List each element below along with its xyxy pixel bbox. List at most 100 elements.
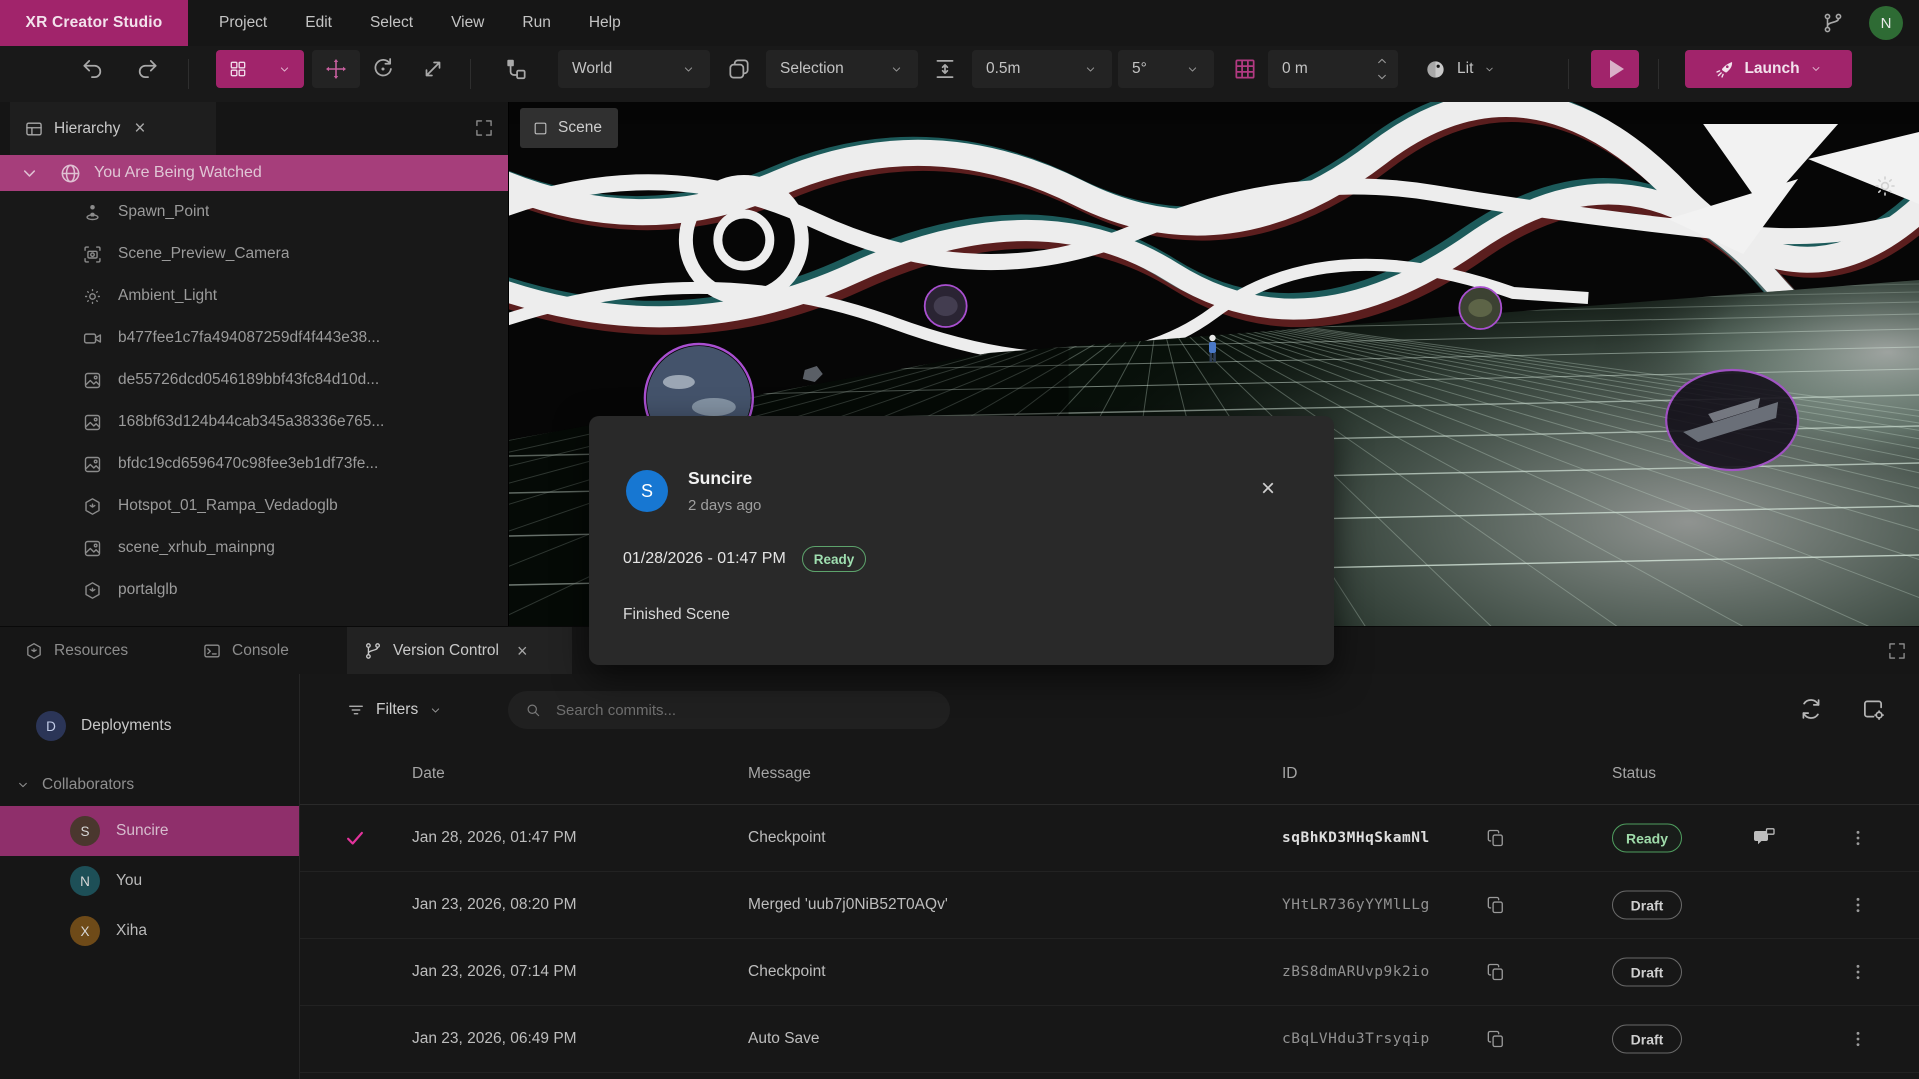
copy-id-icon[interactable] (1486, 962, 1506, 982)
reparent-icon[interactable] (503, 56, 529, 82)
version-branch-icon[interactable] (1821, 11, 1845, 35)
hierarchy-item[interactable]: scene_xrhub_mainpng (0, 527, 508, 569)
hierarchy-item[interactable]: portalglb (0, 569, 508, 611)
expand-bottom-panel-icon[interactable] (1887, 641, 1907, 661)
grid-view-icon (228, 59, 248, 79)
commit-id: sqBhKD3MHqSkamNl (1282, 830, 1430, 846)
comment-icon[interactable] (1752, 826, 1776, 850)
stepper-down-button[interactable] (1374, 69, 1390, 85)
shading-value: Lit (1457, 60, 1473, 78)
hierarchy-item[interactable]: b477fee1c7fa494087259df4f443e38... (0, 317, 508, 359)
commit-row[interactable]: Jan 23, 2026, 06:49 PM Auto Save cBqLVHd… (300, 1006, 1919, 1073)
rocket-icon (1714, 59, 1735, 80)
filter-icon (346, 700, 366, 720)
layout-grid-button[interactable] (216, 50, 304, 88)
collaborator-suncire[interactable]: S Suncire (0, 806, 299, 856)
tab-console[interactable]: Console (202, 627, 289, 675)
hierarchy-item[interactable]: Scene_Preview_Camera (0, 233, 508, 275)
rotate-tool-button[interactable] (370, 56, 396, 82)
spawn-icon (82, 202, 103, 223)
move-tool-button[interactable] (312, 50, 360, 88)
tab-hierarchy[interactable]: Hierarchy × (10, 102, 216, 155)
hierarchy-item[interactable]: bfdc19cd6596470c98fee3eb1df73fe... (0, 443, 508, 485)
commit-row[interactable]: Jan 23, 2026, 08:20 PM Merged 'uub7j0NiB… (300, 872, 1919, 939)
copy-id-icon[interactable] (1486, 828, 1506, 848)
commit-table-body: Jan 28, 2026, 01:47 PM Checkpoint sqBhKD… (300, 805, 1919, 1073)
launch-label: Launch (1744, 60, 1799, 78)
collaborators-header[interactable]: Collaborators (0, 766, 299, 804)
snap-grid-toggle[interactable] (1232, 56, 1258, 82)
close-popup-icon[interactable]: × (1253, 474, 1283, 504)
scene-tab-icon (532, 120, 549, 137)
redo-button[interactable] (134, 56, 160, 82)
play-button[interactable] (1591, 50, 1639, 88)
tab-resources[interactable]: Resources (24, 627, 128, 675)
bounds-mode-icon[interactable] (726, 56, 752, 82)
sidebar-item-deployments[interactable]: D Deployments (0, 700, 299, 752)
copy-id-icon[interactable] (1486, 895, 1506, 915)
search-commits-input[interactable] (556, 702, 936, 719)
height-snap-icon[interactable] (932, 56, 958, 82)
row-menu-kebab-icon[interactable] (1848, 895, 1868, 915)
chevron-down-icon (681, 62, 696, 77)
expand-hierarchy-icon[interactable] (474, 118, 494, 138)
launch-button[interactable]: Launch (1685, 50, 1852, 88)
chevron-down-icon (1083, 62, 1098, 77)
commit-dateline: 01/28/2026 - 01:47 PM Ready (623, 546, 866, 572)
selection-mode-select[interactable]: Selection (766, 50, 918, 88)
user-avatar[interactable]: N (1869, 6, 1903, 40)
hierarchy-item[interactable]: de55726dcd0546189bbf43fc84d10d... (0, 359, 508, 401)
copy-id-icon[interactable] (1486, 1029, 1506, 1049)
space-select[interactable]: World (558, 50, 710, 88)
close-version-control-tab-icon[interactable]: × (517, 641, 528, 662)
move-snap-select[interactable]: 0.5m (972, 50, 1112, 88)
collaborators-label: Collaborators (42, 776, 134, 794)
collaborator-xiha[interactable]: X Xiha (0, 906, 299, 956)
hierarchy-root-item[interactable]: You Are Being Watched (0, 155, 508, 191)
hierarchy-item[interactable]: Hotspot_01_Rampa_Vedadoglb (0, 485, 508, 527)
column-header-id: ID (1282, 765, 1298, 783)
viewport-settings-gear-icon[interactable] (1873, 174, 1897, 198)
console-icon (202, 641, 222, 661)
collaborator-name: Xiha (116, 922, 147, 940)
column-header-date: Date (412, 765, 445, 783)
globe-icon (59, 162, 82, 185)
commit-id: zBS8dmARUvp9k2io (1282, 964, 1430, 980)
hierarchy-panel: Hierarchy × You Are Being Watched Spawn_… (0, 102, 508, 626)
commit-date: Jan 23, 2026, 07:14 PM (412, 963, 577, 981)
menu-help[interactable]: Help (570, 0, 640, 46)
commit-message-cell: Checkpoint (748, 829, 826, 847)
commit-row[interactable]: Jan 28, 2026, 01:47 PM Checkpoint sqBhKD… (300, 805, 1919, 872)
row-menu-kebab-icon[interactable] (1848, 1029, 1868, 1049)
tab-scene[interactable]: Scene (520, 108, 618, 148)
commit-row[interactable]: Jan 23, 2026, 07:14 PM Checkpoint zBS8dm… (300, 939, 1919, 1006)
table-settings-icon[interactable] (1860, 696, 1886, 722)
collaborator-you[interactable]: N You (0, 856, 299, 906)
rotate-snap-select[interactable]: 5° (1118, 50, 1214, 88)
status-badge: Draft (1612, 958, 1682, 987)
hierarchy-item[interactable]: Ambient_Light (0, 275, 508, 317)
rotate-snap-value: 5° (1132, 60, 1147, 78)
hierarchy-item-label: de55726dcd0546189bbf43fc84d10d... (118, 371, 379, 389)
scale-tool-button[interactable] (420, 56, 446, 82)
refresh-commits-icon[interactable] (1798, 696, 1824, 722)
menu-view[interactable]: View (432, 0, 503, 46)
shading-select[interactable]: Lit (1424, 50, 1496, 88)
hierarchy-item-label: Ambient_Light (118, 287, 217, 305)
row-menu-kebab-icon[interactable] (1848, 828, 1868, 848)
undo-button[interactable] (80, 56, 106, 82)
tab-version-control[interactable]: Version Control × (347, 627, 572, 675)
menu-select[interactable]: Select (351, 0, 432, 46)
filters-button[interactable]: Filters (346, 690, 443, 730)
menu-edit[interactable]: Edit (286, 0, 351, 46)
menu-project[interactable]: Project (200, 0, 286, 46)
elevation-stepper[interactable]: 0 m (1268, 50, 1398, 88)
hierarchy-item[interactable]: 168bf63d124b44cab345a38336e765... (0, 401, 508, 443)
image-icon (82, 412, 103, 433)
hierarchy-item[interactable]: Spawn_Point (0, 191, 508, 233)
stepper-up-button[interactable] (1374, 53, 1390, 69)
menu-run[interactable]: Run (503, 0, 569, 46)
close-hierarchy-tab-icon[interactable]: × (134, 118, 145, 140)
row-menu-kebab-icon[interactable] (1848, 962, 1868, 982)
move-snap-value: 0.5m (986, 60, 1020, 78)
